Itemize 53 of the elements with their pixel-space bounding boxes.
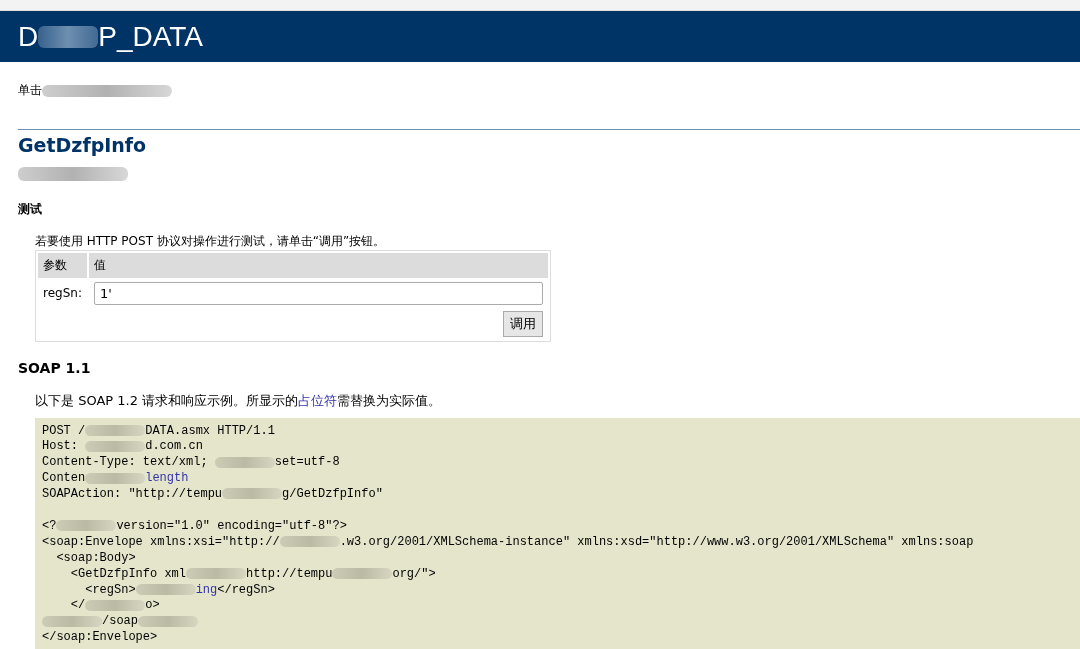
redaction-smudge (42, 615, 102, 627)
code-text: g/GetDzfpInfo" (282, 487, 383, 502)
redaction-smudge (138, 615, 198, 627)
code-text: org/"> (392, 566, 436, 581)
column-header: 值 (88, 252, 548, 278)
code-text: </regSn> (217, 582, 275, 597)
intro-text: 单击 (18, 82, 42, 99)
code-text: Conten (42, 471, 86, 486)
redaction-smudge (56, 520, 117, 532)
code-text: SOAPAction: "http://tempu (42, 487, 223, 502)
code-text: </ (69, 598, 86, 613)
section-heading: SOAP 1.1 (18, 359, 92, 376)
redaction-smudge (85, 440, 146, 452)
code-text: Host: (42, 439, 79, 454)
page-title: D (18, 20, 39, 53)
redaction-smudge (186, 568, 247, 579)
redaction-smudge (222, 488, 283, 500)
code-text: d.com.cn (145, 439, 203, 454)
redaction-smudge (85, 424, 146, 436)
code-text: Content-Type: text/xml; (42, 455, 209, 470)
redaction-smudge (214, 456, 275, 468)
redaction-smudge (332, 568, 393, 579)
code-text: </soap:Envelope> (42, 630, 158, 645)
code-text: <soap:Body> (55, 550, 136, 565)
redaction-smudge (135, 583, 196, 595)
page-title: P_DATA (98, 20, 203, 53)
code-text: <soap:Envelope xmlns:xsi="http:// (42, 534, 280, 549)
code-text: <GetDzfpInfo xml (69, 566, 187, 581)
code-text: .w3.org/2001/XMLSchema-instance" xmlns:xsd="http://www.w3.org/2001/XMLSchema" xmlns:soap (339, 534, 974, 549)
placeholder-text: ing (195, 582, 218, 597)
code-text: set=utf-8 (274, 455, 340, 470)
redaction-smudge (85, 472, 146, 484)
param-label: regSn: (42, 285, 83, 302)
code-text: DATA.asmx HTTP/1.1 (145, 423, 275, 438)
operation-title: GetDzfpInfo (18, 134, 148, 156)
link[interactable]: 占位符 (298, 392, 338, 408)
redaction-smudge (38, 25, 99, 48)
code-text: http://tempu (246, 566, 333, 581)
redaction-smudge (85, 599, 146, 611)
invoke-button[interactable]: 调用 (503, 310, 543, 337)
column-header: 参数 (38, 252, 87, 278)
section-heading: 测试 (18, 200, 43, 218)
input-field[interactable]: 1' (93, 281, 543, 305)
redaction-smudge (279, 536, 340, 548)
code-text: version="1.0" encoding="utf-8"?> (116, 518, 347, 533)
code-text: <regSn> (84, 582, 136, 597)
code-text: /soap (102, 614, 138, 629)
placeholder-text: length (145, 471, 189, 486)
code-text: POST / (42, 423, 86, 438)
code-text: o> (145, 598, 160, 613)
instruction-text: 若要使用 HTTP POST 协议对操作进行测试，请单击“调用”按钮。 (35, 232, 387, 250)
code-text: <? (42, 518, 57, 533)
note-text: 以下是 SOAP 1.2 请求和响应示例。所显示的占位符需替换为实际值。 (35, 391, 443, 410)
